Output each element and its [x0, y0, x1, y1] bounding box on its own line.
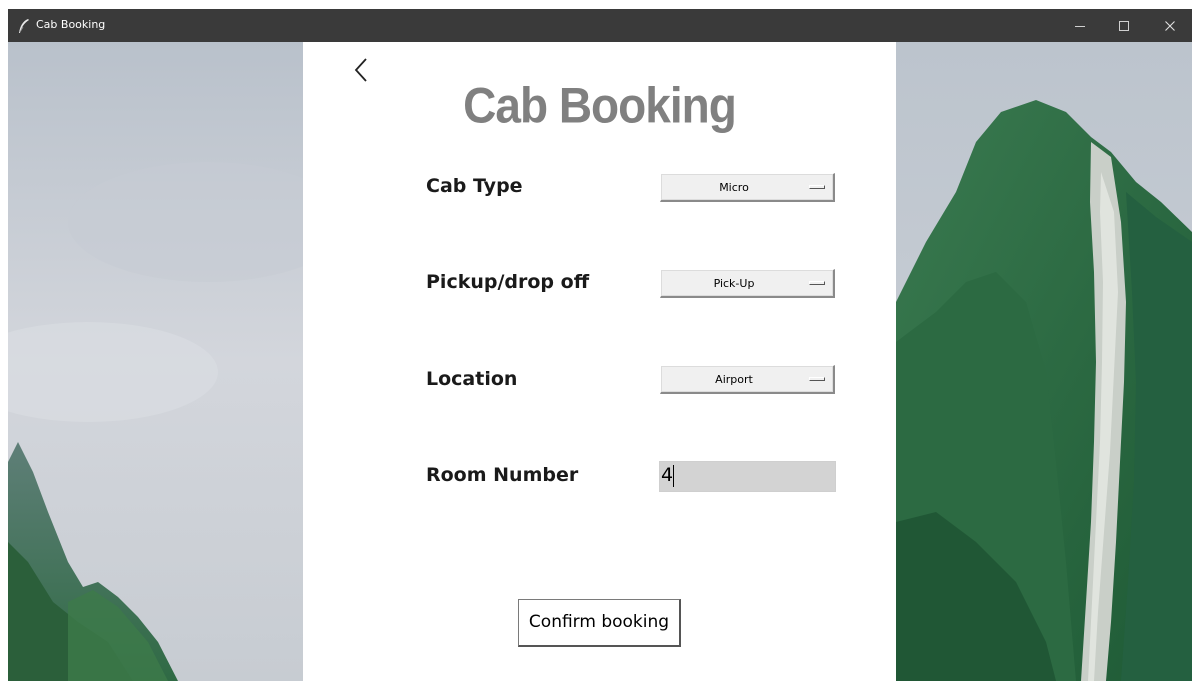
title-bar[interactable]: Cab Booking [8, 9, 1192, 42]
app-window: Cab Booking Cab Booking Cab Type Micro P… [8, 9, 1192, 681]
location-select[interactable]: Airport [660, 365, 835, 394]
room-number-input[interactable]: 4 [659, 461, 836, 492]
option-menu-indicator-icon [809, 185, 825, 189]
window-title: Cab Booking [36, 18, 106, 31]
option-menu-indicator-icon [809, 377, 825, 381]
cab-type-select[interactable]: Micro [660, 173, 835, 202]
minimize-button[interactable] [1061, 9, 1099, 42]
close-button[interactable] [1151, 9, 1189, 42]
confirm-booking-button[interactable]: Confirm booking [518, 599, 681, 647]
location-value: Airport [715, 373, 753, 386]
room-number-label: Room Number [426, 464, 579, 486]
cab-type-label: Cab Type [426, 175, 523, 197]
room-number-value: 4 [661, 464, 674, 486]
option-menu-indicator-icon [809, 281, 825, 285]
location-label: Location [426, 368, 518, 390]
pickup-select[interactable]: Pick-Up [660, 269, 835, 298]
booking-panel: Cab Booking Cab Type Micro Pickup/drop o… [303, 42, 896, 681]
text-caret [673, 465, 675, 487]
pickup-label: Pickup/drop off [426, 271, 590, 293]
background-image-right [896, 42, 1192, 681]
pickup-value: Pick-Up [713, 277, 755, 290]
page-title: Cab Booking [463, 76, 737, 134]
background-image-left [8, 42, 303, 681]
cab-type-value: Micro [719, 181, 749, 194]
feather-icon [17, 18, 31, 34]
maximize-button[interactable] [1105, 9, 1143, 42]
content-area: Cab Booking Cab Type Micro Pickup/drop o… [8, 42, 1192, 681]
